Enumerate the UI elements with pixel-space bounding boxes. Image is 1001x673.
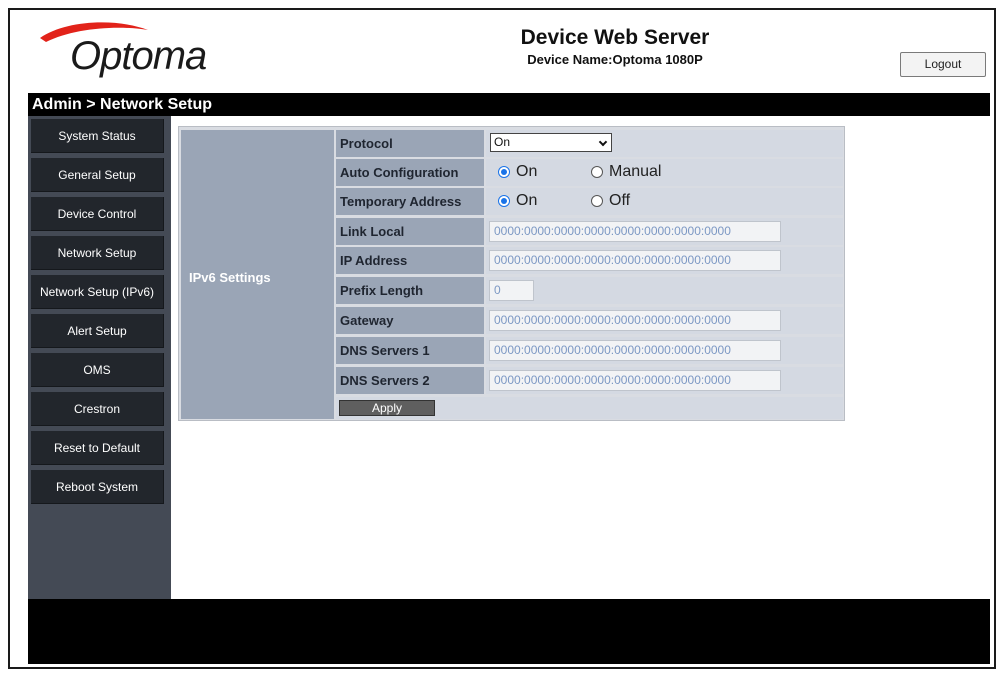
- gateway-field[interactable]: 0000:0000:0000:0000:0000:0000:0000:0000: [489, 310, 781, 331]
- gateway-label: Gateway: [336, 307, 484, 334]
- logout-button[interactable]: Logout: [900, 52, 986, 77]
- dns2-value-cell: 0000:0000:0000:0000:0000:0000:0000:0000: [486, 367, 843, 394]
- dns2-label: DNS Servers 2: [336, 367, 484, 394]
- auto-config-label: Auto Configuration: [336, 159, 484, 186]
- dns1-field[interactable]: 0000:0000:0000:0000:0000:0000:0000:0000: [489, 340, 781, 361]
- auto-config-radio-group: On Manual: [498, 163, 661, 183]
- link-local-field[interactable]: 0000:0000:0000:0000:0000:0000:0000:0000: [489, 221, 781, 242]
- footer-bar: [28, 599, 990, 664]
- sidebar-item-network-setup[interactable]: Network Setup: [31, 236, 164, 270]
- section-cell: IPv6 Settings: [181, 130, 334, 419]
- sidebar-item-network-setup-ipv6[interactable]: Network Setup (IPv6): [31, 275, 164, 309]
- radio-unchecked-icon: [591, 195, 603, 207]
- ipv6-settings-panel: IPv6 Settings Protocol On Auto Configura…: [178, 126, 845, 421]
- temp-address-label: Temporary Address: [336, 188, 484, 215]
- sidebar-item-device-control[interactable]: Device Control: [31, 197, 164, 231]
- ip-address-field[interactable]: 0000:0000:0000:0000:0000:0000:0000:0000: [489, 250, 781, 271]
- sidebar-item-oms[interactable]: OMS: [31, 353, 164, 387]
- ip-address-value-cell: 0000:0000:0000:0000:0000:0000:0000:0000: [486, 247, 843, 274]
- sidebar-item-general-setup[interactable]: General Setup: [31, 158, 164, 192]
- radio-checked-icon: [498, 166, 510, 178]
- logo-wordmark: Optoma: [70, 34, 207, 78]
- protocol-select[interactable]: On: [490, 133, 612, 152]
- chevron-down-icon: [598, 137, 608, 147]
- prefix-length-value-cell: 0: [486, 277, 843, 304]
- prefix-length-field[interactable]: 0: [489, 280, 534, 301]
- dns2-field[interactable]: 0000:0000:0000:0000:0000:0000:0000:0000: [489, 370, 781, 391]
- temp-address-off-radio[interactable]: Off: [591, 192, 630, 210]
- temp-address-on-label: On: [516, 192, 538, 209]
- auto-config-manual-label: Manual: [609, 163, 662, 180]
- optoma-logo: Optoma: [30, 18, 210, 80]
- temp-address-off-label: Off: [609, 192, 631, 209]
- protocol-value-cell: On: [486, 130, 843, 157]
- breadcrumb: Admin > Network Setup: [28, 93, 990, 116]
- apply-row: Apply: [336, 397, 843, 419]
- temp-address-on-radio[interactable]: On: [498, 192, 537, 210]
- protocol-label: Protocol: [336, 130, 484, 157]
- prefix-length-label: Prefix Length: [336, 277, 484, 304]
- radio-unchecked-icon: [591, 166, 603, 178]
- auto-config-manual-radio[interactable]: Manual: [591, 163, 661, 181]
- radio-checked-icon: [498, 195, 510, 207]
- dns1-label: DNS Servers 1: [336, 337, 484, 364]
- sidebar-item-alert-setup[interactable]: Alert Setup: [31, 314, 164, 348]
- sidebar-item-reboot-system[interactable]: Reboot System: [31, 470, 164, 504]
- temp-address-value-cell: On Off: [486, 188, 843, 215]
- protocol-selected-value: On: [494, 135, 511, 149]
- device-name: Device Name:Optoma 1080P: [527, 52, 703, 67]
- section-label: IPv6 Settings: [189, 270, 271, 285]
- ip-address-label: IP Address: [336, 247, 484, 274]
- dns1-value-cell: 0000:0000:0000:0000:0000:0000:0000:0000: [486, 337, 843, 364]
- page-title: Device Web Server: [520, 26, 710, 49]
- apply-button[interactable]: Apply: [339, 400, 435, 416]
- gateway-value-cell: 0000:0000:0000:0000:0000:0000:0000:0000: [486, 307, 843, 334]
- temp-address-radio-group: On Off: [498, 192, 630, 212]
- sidebar: System Status General Setup Device Contr…: [28, 116, 171, 599]
- sidebar-item-system-status[interactable]: System Status: [31, 119, 164, 153]
- link-local-label: Link Local: [336, 218, 484, 245]
- auto-config-on-label: On: [516, 163, 538, 180]
- auto-config-value-cell: On Manual: [486, 159, 843, 186]
- sidebar-item-crestron[interactable]: Crestron: [31, 392, 164, 426]
- sidebar-item-reset-to-default[interactable]: Reset to Default: [31, 431, 164, 465]
- link-local-value-cell: 0000:0000:0000:0000:0000:0000:0000:0000: [486, 218, 843, 245]
- auto-config-on-radio[interactable]: On: [498, 163, 537, 181]
